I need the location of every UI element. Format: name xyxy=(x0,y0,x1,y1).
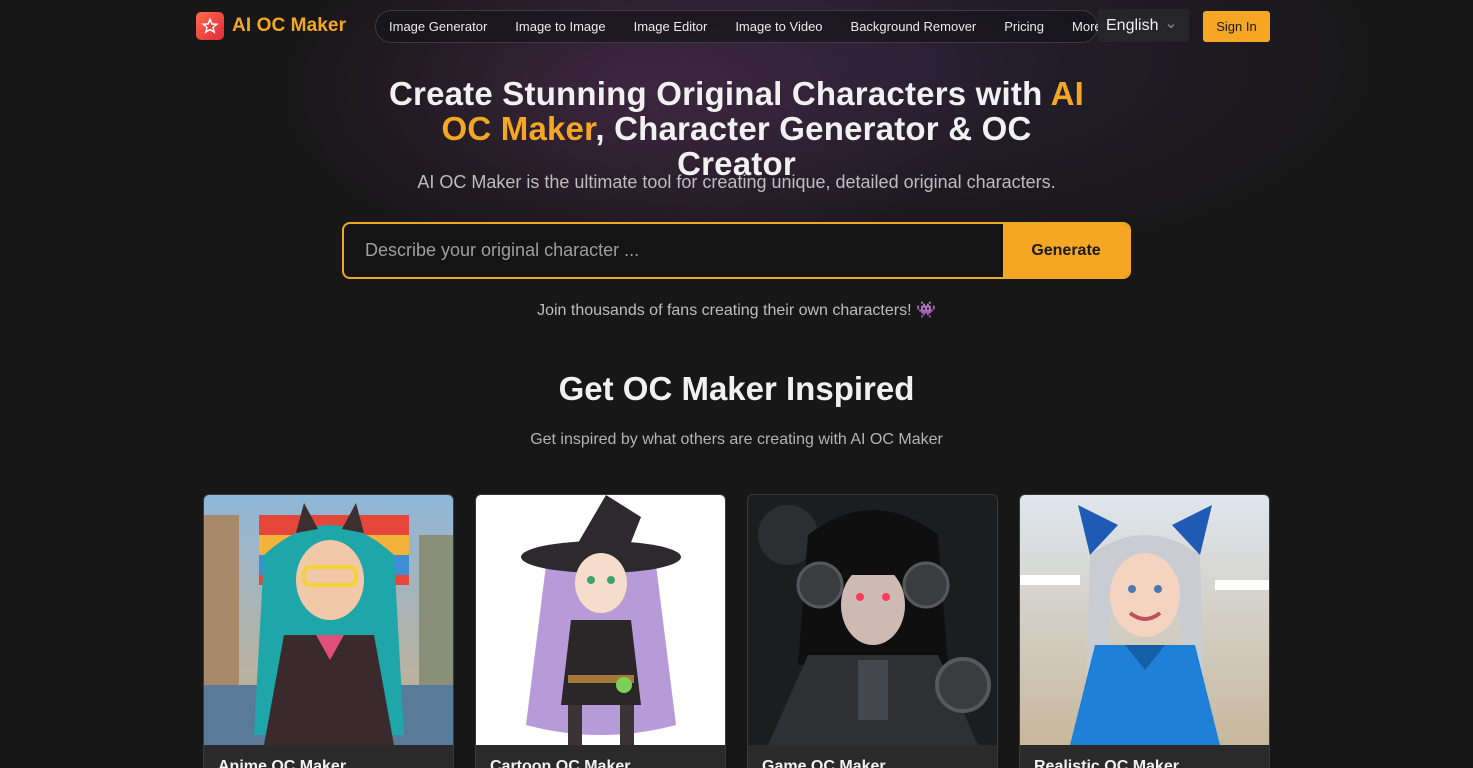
prompt-bar: Generate xyxy=(342,222,1131,279)
nav-pricing[interactable]: Pricing xyxy=(990,19,1058,34)
card-label: Cartoon OC Maker xyxy=(476,745,725,768)
character-description-input[interactable] xyxy=(344,224,1003,277)
card-label: Realistic OC Maker xyxy=(1020,745,1269,768)
hero-title-part1: Create Stunning Original Characters with xyxy=(389,75,1051,112)
main-nav: Image Generator Image to Image Image Edi… xyxy=(375,10,1115,43)
nav-image-generator[interactable]: Image Generator xyxy=(388,19,501,34)
inspired-subtitle: Get inspired by what others are creating… xyxy=(530,431,943,448)
realistic-character-image xyxy=(1020,495,1269,745)
inspired-title: Get OC Maker Inspired xyxy=(558,370,915,407)
site-header: AI OC Maker Image Generator Image to Ima… xyxy=(0,0,1473,52)
star-logo-icon xyxy=(196,12,224,40)
card-game-oc-maker[interactable]: Game OC Maker xyxy=(747,494,998,768)
nav-image-to-image[interactable]: Image to Image xyxy=(501,19,619,34)
join-text: Join thousands of fans creating their ow… xyxy=(537,302,936,319)
card-cartoon-oc-maker[interactable]: Cartoon OC Maker xyxy=(475,494,726,768)
nav-image-to-video[interactable]: Image to Video xyxy=(721,19,836,34)
hero-title: Create Stunning Original Characters with… xyxy=(380,76,1093,181)
card-label: Anime OC Maker xyxy=(204,745,453,768)
card-label: Game OC Maker xyxy=(748,745,997,768)
sign-in-button[interactable]: Sign In xyxy=(1203,11,1270,42)
nav-background-remover[interactable]: Background Remover xyxy=(837,19,991,34)
logo-text: AI OC Maker xyxy=(232,15,347,36)
hero-subtitle: AI OC Maker is the ultimate tool for cre… xyxy=(417,172,1056,192)
chevron-down-icon xyxy=(1168,23,1175,28)
language-label: English xyxy=(1106,16,1159,34)
cartoon-witch-image xyxy=(476,495,725,745)
logo[interactable]: AI OC Maker xyxy=(196,12,346,40)
game-character-image xyxy=(748,495,997,745)
language-select[interactable]: English xyxy=(1098,9,1189,42)
generate-button[interactable]: Generate xyxy=(1003,224,1129,277)
card-anime-oc-maker[interactable]: Anime OC Maker xyxy=(203,494,454,768)
anime-character-image xyxy=(204,495,453,745)
nav-image-editor[interactable]: Image Editor xyxy=(620,19,722,34)
card-realistic-oc-maker[interactable]: Realistic OC Maker xyxy=(1019,494,1270,768)
